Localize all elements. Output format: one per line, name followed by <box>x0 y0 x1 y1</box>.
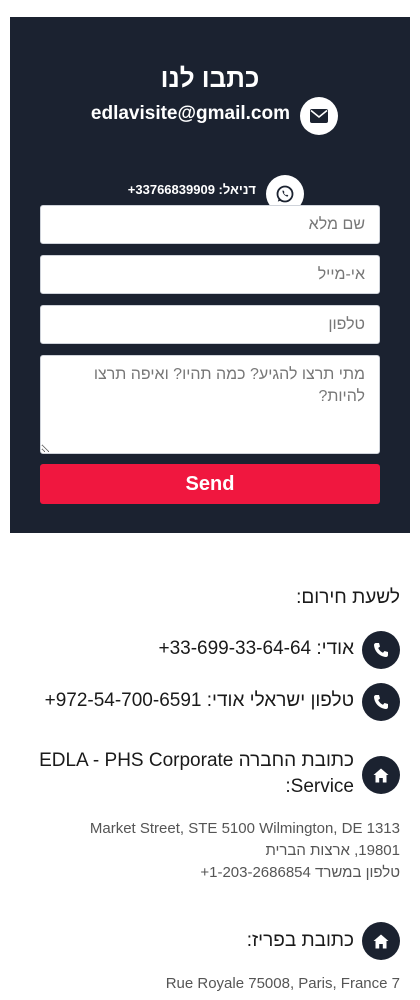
contact-email-link[interactable]: edlavisite@gmail.com <box>91 103 290 125</box>
panel-title: כתבו לנו <box>160 63 260 93</box>
phone-icon <box>362 631 400 669</box>
email-field[interactable] <box>40 255 380 294</box>
send-button[interactable]: Send <box>40 464 380 504</box>
envelope-icon[interactable] <box>300 97 338 135</box>
home-icon <box>362 922 400 960</box>
home-icon <box>362 756 400 794</box>
office-phone[interactable]: טלפון במשרד 1-203-2686854+ <box>40 862 400 884</box>
address-line: 19801, ארצות הברית <box>265 842 400 859</box>
emergency-phone-1[interactable]: אודי: 33-699-33-64-64+ <box>158 638 354 660</box>
contact-panel: כתבו לנו edlavisite@gmail.com דניאל: 337… <box>10 17 410 533</box>
address-line: Market Street, STE 5100 Wilmington, DE 1… <box>89 820 400 837</box>
phone-icon <box>362 683 400 721</box>
emergency-phone-2[interactable]: טלפון ישראלי אודי: 972-54-700-6591+ <box>45 690 354 712</box>
full-name-field[interactable] <box>40 205 380 244</box>
emergency-heading: לשעת חירום: <box>296 587 400 608</box>
paris-address: 7 Rue Royale 75008, Paris, France <box>165 975 400 992</box>
corporate-address-title: כתובת החברה EDLA - PHS Corporate Service… <box>39 750 354 797</box>
corporate-address: Market Street, STE 5100 Wilmington, DE 1… <box>40 818 400 884</box>
message-field[interactable] <box>40 355 380 454</box>
whatsapp-contact[interactable]: דניאל: 33766839909+ <box>128 182 256 197</box>
phone-field[interactable] <box>40 305 380 344</box>
paris-address-title: כתובת בפריז: <box>246 930 354 951</box>
